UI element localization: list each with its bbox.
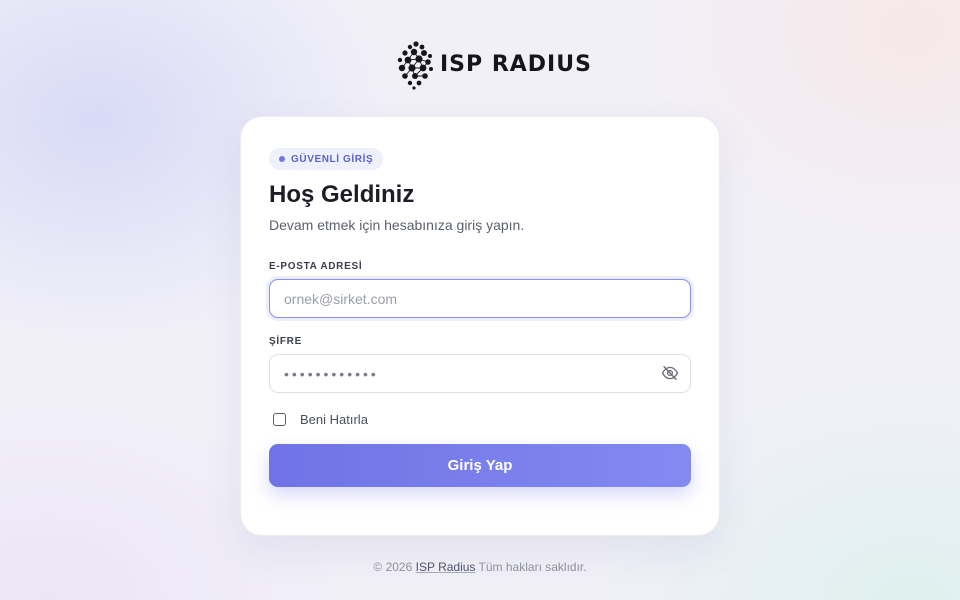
secure-login-badge: GÜVENLİ GİRİŞ (269, 148, 384, 170)
login-card: GÜVENLİ GİRİŞ Hoş Geldiniz Devam etmek i… (240, 116, 720, 536)
email-field[interactable] (269, 279, 691, 318)
page-subtitle: Devam etmek için hesabınıza giriş yapın. (269, 217, 525, 233)
footer: © 2026 ISP Radius Tüm hakları saklıdır. (0, 560, 960, 574)
remember-me-label: Beni Hatırla (300, 412, 368, 427)
status-dot-icon (279, 156, 285, 162)
footer-rights: Tüm hakları saklıdır. (478, 560, 587, 574)
remember-me[interactable]: Beni Hatırla (273, 412, 368, 427)
brand-name: ISP RADIUS (440, 51, 592, 77)
login-button[interactable]: Giriş Yap (269, 444, 691, 487)
password-field[interactable] (269, 354, 691, 393)
eye-off-icon[interactable] (661, 364, 679, 382)
badge-label: GÜVENLİ GİRİŞ (291, 153, 374, 165)
globe-dots-icon (397, 41, 433, 90)
remember-me-checkbox[interactable] (273, 413, 286, 426)
email-label: E-POSTA ADRESİ (269, 261, 363, 272)
footer-copyright: © 2026 (373, 560, 413, 574)
password-label: ŞİFRE (269, 336, 302, 347)
brand-logo: ISP RADIUS (394, 38, 592, 90)
page-title: Hoş Geldiniz (269, 181, 415, 208)
footer-brand-link[interactable]: ISP Radius (416, 560, 476, 574)
